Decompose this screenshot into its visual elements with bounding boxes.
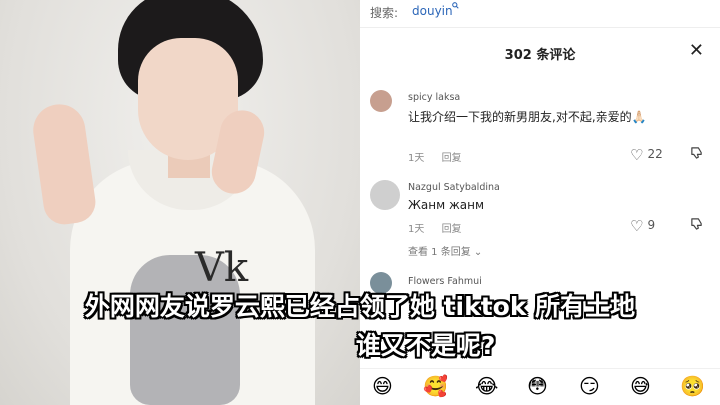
reply-button[interactable]: 回复 (442, 224, 462, 235)
emoji-button[interactable]: 🥺 (680, 374, 705, 398)
view-replies-link[interactable]: 查看 1 条回复 ⌄ (408, 243, 482, 258)
comment-time: 1天 (408, 153, 425, 164)
like-button[interactable]: ♡ 22 (630, 146, 663, 164)
emoji-button[interactable]: 🥰 (423, 374, 448, 398)
view-replies-label: 查看 1 条回复 (408, 247, 471, 258)
like-button[interactable]: ♡ 9 (630, 217, 655, 235)
avatar[interactable] (370, 180, 400, 210)
comment-meta: 1天 回复 (408, 220, 476, 235)
emoji-button[interactable]: 😳 (527, 374, 548, 398)
heart-icon: ♡ (630, 146, 644, 164)
emoji-button[interactable]: 😂 (475, 374, 498, 398)
like-count: 9 (647, 218, 656, 232)
emoji-quick-bar: 😄 🥰 😂 😳 😏 😅 🥺 (360, 368, 720, 405)
comment-count: 302 条评论 (504, 48, 576, 63)
hoodie-logo: Vk (195, 245, 249, 291)
search-query-link[interactable]: douyin (412, 4, 453, 18)
emoji-button[interactable]: 😏 (579, 374, 600, 398)
like-count: 22 (647, 147, 663, 161)
comment-username[interactable]: spicy laksa (408, 92, 460, 103)
comment-text: Жанм жанм (408, 198, 485, 212)
comment-text: 让我介绍一下我的新男朋友,对不起,亲爱的🙏🏻 (408, 110, 647, 124)
search-bar[interactable]: 搜索: douyin (360, 0, 720, 28)
dislike-icon[interactable] (690, 146, 703, 163)
heart-icon: ♡ (630, 217, 644, 235)
subtitle-line-2-text: 谁又不是呢? (355, 331, 496, 360)
comments-header: 302 条评论 ✕ (360, 38, 720, 66)
dislike-icon[interactable] (690, 217, 703, 234)
comment-username[interactable]: Flowers Fahmui (408, 276, 482, 287)
subtitle-line-1: 外网网友说罗云熙已经占领了她 tiktok 所有土地 (84, 292, 636, 321)
comment-time: 1天 (408, 224, 425, 235)
search-icon[interactable] (452, 2, 459, 12)
emoji-button[interactable]: 😅 (630, 374, 651, 398)
close-icon[interactable]: ✕ (689, 40, 704, 61)
comment-username[interactable]: Nazgul Satybaldina (408, 182, 500, 193)
emoji-button[interactable]: 😄 (372, 374, 393, 398)
comment-meta: 1天 回复 (408, 149, 476, 164)
chevron-down-icon: ⌄ (473, 247, 483, 258)
reply-button[interactable]: 回复 (442, 153, 462, 164)
search-label: 搜索: (370, 6, 399, 20)
avatar[interactable] (370, 90, 392, 112)
subtitle-line-2: 谁又不是呢? 😍 (90, 326, 720, 362)
heart-eyes-emoji: 😍 (518, 331, 545, 360)
